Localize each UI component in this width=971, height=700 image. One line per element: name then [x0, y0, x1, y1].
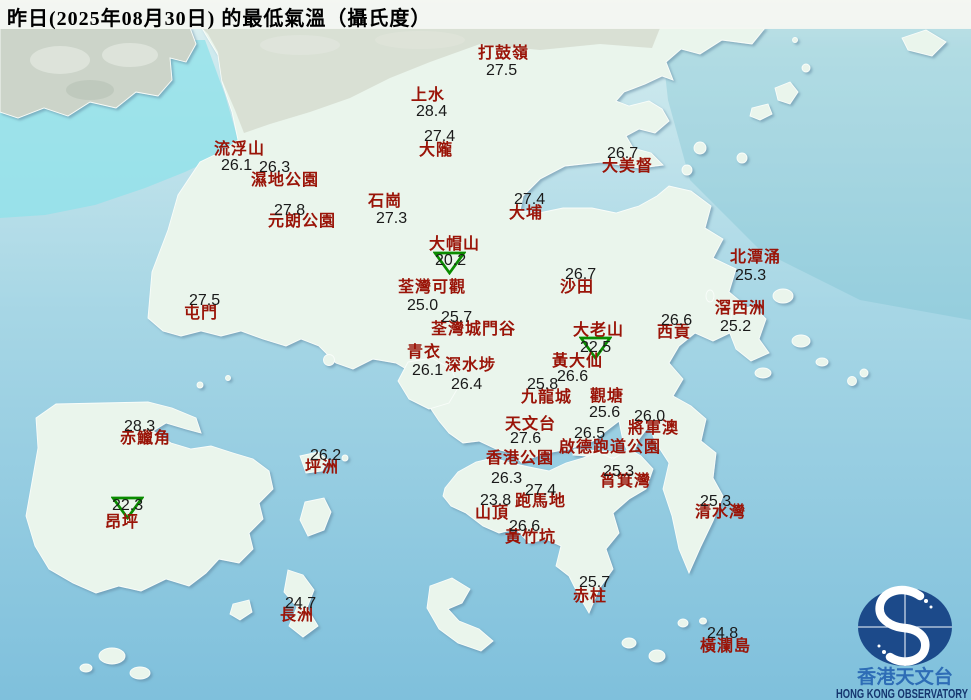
station-temperature: 26.7	[565, 267, 596, 283]
station-temperature: 26.3	[491, 471, 522, 487]
station-temperature: 26.6	[557, 369, 588, 385]
station-temperature: 22.3	[112, 498, 143, 514]
station-temperature: 25.8	[527, 377, 558, 393]
station-temperature: 27.8	[274, 203, 305, 219]
station-name: 啟德跑道公園	[559, 440, 661, 456]
station-temperature: 25.3	[735, 268, 766, 284]
station-name: 大隴	[419, 143, 453, 159]
weather-map-screen: 香港天文台 HONG KONG OBSERVATORY 昨日(2025年08月3…	[0, 0, 971, 700]
station-name: 上水	[411, 88, 445, 104]
station-temperature: 27.5	[486, 63, 517, 79]
station-temperature: 24.7	[285, 596, 316, 612]
station-temperature: 26.5	[574, 426, 605, 442]
station-name: 赤柱	[573, 589, 607, 605]
hko-logo-chinese: 香港天文台	[856, 665, 953, 688]
station-temperature: 25.3	[603, 464, 634, 480]
station-temperature: 25.2	[720, 319, 751, 335]
station-temperature: 23.8	[480, 493, 511, 509]
station-name: 打鼓嶺	[478, 46, 529, 62]
station-temperature: 27.4	[424, 129, 455, 145]
station-temperature: 26.1	[221, 158, 252, 174]
hong-kong-map: 香港天文台 HONG KONG OBSERVATORY	[0, 0, 971, 700]
station-temperature: 28.3	[124, 419, 155, 435]
station-name: 大埔	[509, 206, 543, 222]
station-temperature: 26.1	[412, 363, 443, 379]
station-temperature: 25.7	[579, 575, 610, 591]
map-title: 昨日(2025年08月30日) 的最低氣溫（攝氏度）	[7, 2, 431, 31]
station-name: 大老山	[573, 323, 624, 339]
station-name: 大帽山	[429, 237, 480, 253]
station-name: 石崗	[368, 194, 402, 210]
station-temperature: 27.5	[189, 293, 220, 309]
station-temperature: 28.4	[416, 104, 447, 120]
station-temperature: 27.3	[376, 211, 407, 227]
station-temperature: 25.3	[700, 494, 731, 510]
station-temperature: 25.0	[407, 298, 438, 314]
station-temperature: 26.7	[607, 146, 638, 162]
station-name: 香港公園	[486, 451, 554, 467]
station-temperature: 26.4	[451, 377, 482, 393]
station-temperature: 27.4	[525, 483, 556, 499]
station-name: 荃灣可觀	[398, 280, 466, 296]
station-name: 青衣	[407, 345, 441, 361]
station-temperature: 26.3	[259, 160, 290, 176]
station-name: 滘西洲	[715, 301, 766, 317]
station-temperature: 26.6	[661, 313, 692, 329]
station-temperature: 27.4	[514, 192, 545, 208]
station-temperature: 24.8	[707, 626, 738, 642]
station-temperature: 26.0	[634, 409, 665, 425]
station-temperature: 26.2	[310, 448, 341, 464]
station-temperature: 26.6	[509, 519, 540, 535]
station-temperature: 27.6	[510, 431, 541, 447]
station-name: 觀塘	[590, 389, 624, 405]
station-temperature: 25.6	[589, 405, 620, 421]
station-name: 流浮山	[214, 142, 265, 158]
ma-wan-island	[324, 355, 335, 366]
waglan-island	[700, 618, 707, 624]
station-name: 昂坪	[105, 515, 139, 531]
station-name: 深水埗	[445, 358, 496, 374]
station-temperature: 20.2	[435, 253, 466, 269]
station-temperature: 25.7	[441, 310, 472, 326]
hko-logo-english: HONG KONG OBSERVATORY	[836, 687, 968, 700]
station-name: 北潭涌	[730, 250, 781, 266]
